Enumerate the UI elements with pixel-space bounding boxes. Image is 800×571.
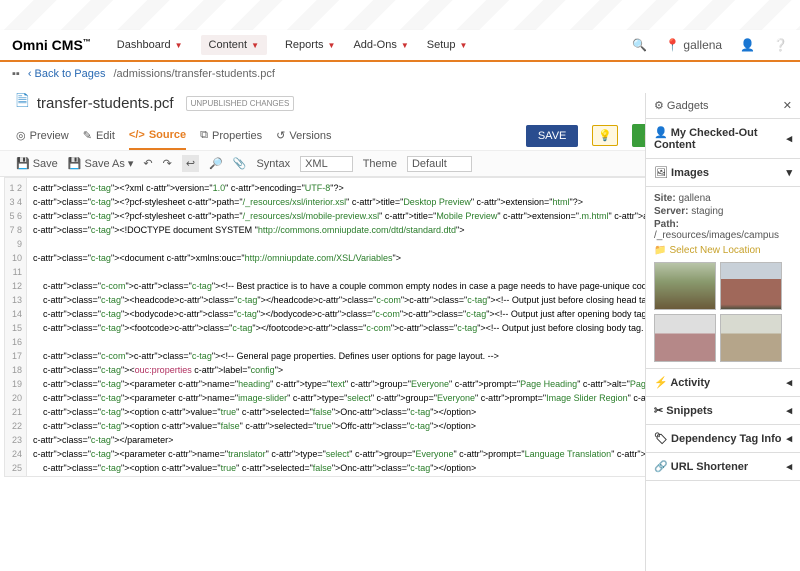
- nav-reports[interactable]: Reports▼: [285, 39, 335, 51]
- gadgets-header: ⚙ Gadgets ✕: [646, 93, 800, 119]
- unpublished-badge: UNPUBLISHED CHANGES: [186, 96, 295, 111]
- nav-setup[interactable]: Setup▼: [427, 39, 468, 51]
- brand-logo: Omni CMS™: [12, 37, 91, 53]
- tb-save-as[interactable]: 💾 Save As ▾: [68, 157, 134, 170]
- image-thumb[interactable]: [720, 314, 782, 362]
- nav-content[interactable]: Content▼: [201, 35, 267, 55]
- gadget-activity[interactable]: ⚡ Activity◂: [646, 369, 800, 397]
- tb-redo[interactable]: ↷: [163, 157, 172, 170]
- theme-label: Theme: [363, 158, 397, 170]
- syntax-select[interactable]: XML: [300, 156, 353, 172]
- app-shell: Omni CMS™ Dashboard▼ Content▼ Reports▼ A…: [0, 30, 800, 571]
- tb-find[interactable]: 🔎: [209, 157, 223, 170]
- nav-addons[interactable]: Add-Ons▼: [353, 39, 408, 51]
- tab-properties[interactable]: ⧉ Properties: [200, 121, 262, 150]
- tb-replace[interactable]: 📎: [233, 157, 247, 170]
- tb-undo[interactable]: ↶: [143, 157, 152, 170]
- gadget-dependency[interactable]: 🏷 Dependency Tag Info◂: [646, 425, 800, 453]
- image-thumb[interactable]: [654, 314, 716, 362]
- user-icon[interactable]: 👤: [740, 38, 755, 52]
- page-icon: 🗎: [16, 90, 29, 117]
- tab-versions[interactable]: ↺ Versions: [276, 121, 331, 150]
- image-thumb[interactable]: [720, 262, 782, 310]
- breadcrumb: ▪▪ ‹ Back to Pages /admissions/transfer-…: [0, 62, 800, 86]
- gadget-snippets[interactable]: ✂ Snippets◂: [646, 397, 800, 425]
- syntax-label: Syntax: [256, 158, 290, 170]
- images-pane: Site: gallena Server: staging Path: /_re…: [646, 187, 800, 369]
- gadget-checked-out[interactable]: 👤 My Checked-Out Content◂: [646, 119, 800, 159]
- tb-wrap[interactable]: ↩: [182, 155, 199, 172]
- image-thumb[interactable]: [654, 262, 716, 310]
- location-indicator[interactable]: 📍 gallena: [665, 38, 722, 52]
- top-nav: Omni CMS™ Dashboard▼ Content▼ Reports▼ A…: [0, 30, 800, 60]
- theme-select[interactable]: Default: [407, 156, 472, 172]
- tab-edit[interactable]: ✎ Edit: [83, 121, 115, 150]
- lightbulb-button[interactable]: 💡: [592, 125, 618, 146]
- gadget-images[interactable]: 🖼 Images▾: [646, 159, 800, 187]
- page-title: transfer-students.pcf: [37, 95, 174, 112]
- tab-source[interactable]: </> Source: [129, 121, 186, 150]
- tab-preview[interactable]: ◎ Preview: [16, 121, 69, 150]
- gadget-url-short[interactable]: 🔗 URL Shortener◂: [646, 453, 800, 481]
- select-new-location[interactable]: 📁 Select New Location: [654, 245, 792, 256]
- back-link[interactable]: ‹ Back to Pages: [28, 68, 106, 80]
- tb-save[interactable]: 💾 Save: [16, 157, 58, 170]
- gadgets-sidebar: ⚙ Gadgets ✕ 👤 My Checked-Out Content◂ 🖼 …: [645, 93, 800, 571]
- drawer-icon[interactable]: ▪▪: [12, 68, 20, 80]
- save-button[interactable]: SAVE: [526, 125, 579, 147]
- close-icon[interactable]: ✕: [783, 99, 792, 112]
- nav-dashboard[interactable]: Dashboard▼: [117, 39, 183, 51]
- help-icon[interactable]: ❔: [773, 38, 788, 52]
- search-icon[interactable]: 🔍: [632, 38, 647, 52]
- page-path: /admissions/transfer-students.pcf: [113, 68, 274, 80]
